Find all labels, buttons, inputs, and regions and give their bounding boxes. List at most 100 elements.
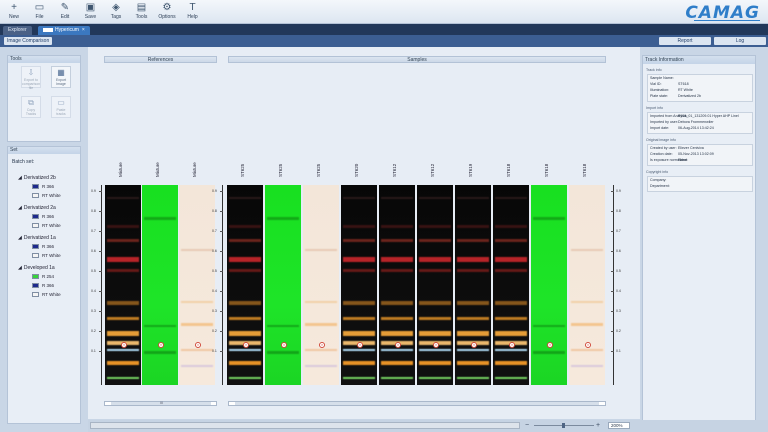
track-image[interactable] (303, 185, 339, 385)
track-band (305, 349, 337, 351)
remove-track-icon[interactable]: × (547, 342, 553, 348)
tags-button[interactable]: ◈ Tags (103, 1, 129, 23)
scrollbar-thumb[interactable] (235, 402, 599, 405)
file-button[interactable]: ▭ File (27, 1, 53, 23)
track-band (495, 225, 527, 228)
rf-tick-label: 0.9 (616, 189, 621, 193)
export-image-button[interactable]: ▦ Export Image (51, 66, 71, 88)
help-button[interactable]: T Help (180, 1, 206, 23)
info-key: Imported by user: (650, 120, 678, 124)
report-button[interactable]: Report (659, 37, 711, 45)
track-band (495, 331, 527, 336)
track-band (181, 323, 213, 326)
track-image[interactable] (341, 185, 377, 385)
track-image[interactable] (569, 185, 605, 385)
info-row: Is exposure normalized:False (650, 158, 688, 163)
track-label: Mixture (192, 162, 197, 177)
zoom-slider-thumb[interactable] (562, 423, 565, 428)
track-band (343, 331, 375, 336)
set-item[interactable]: RT White (32, 223, 61, 229)
set-item[interactable]: R 366 (32, 214, 54, 220)
remove-track-icon[interactable]: × (158, 342, 164, 348)
set-item[interactable]: R 366 (32, 283, 54, 289)
log-button[interactable]: Log (714, 37, 766, 45)
set-panel: Set Batch set: ◢ Derivatized 2b R 366 RT Wh… (7, 146, 81, 424)
set-group-header[interactable]: ◢ Derivatized 1a (18, 235, 56, 241)
samples-scrollbar[interactable] (228, 401, 606, 406)
tools-button[interactable]: ▤ Tools (129, 1, 155, 23)
file-label: File (35, 14, 44, 20)
track-band (457, 349, 489, 351)
rf-tick (99, 251, 102, 252)
zoom-level-select[interactable]: 200% (608, 422, 630, 429)
remove-track-icon[interactable]: × (243, 342, 249, 348)
remove-track-icon[interactable]: × (319, 342, 325, 348)
track-band (305, 249, 337, 251)
set-item-label: RT White (42, 193, 61, 198)
set-item[interactable]: R 366 (32, 244, 54, 250)
track-image[interactable] (531, 185, 567, 385)
remove-track-icon[interactable]: × (433, 342, 439, 348)
track-image[interactable] (455, 185, 491, 385)
remove-track-icon[interactable]: × (471, 342, 477, 348)
collapse-arrow-icon[interactable]: ◢ (18, 235, 22, 241)
track-image[interactable] (142, 185, 178, 385)
edit-button[interactable]: ✎ Edit (52, 1, 78, 23)
track-band (343, 239, 375, 242)
set-item[interactable]: R 254 (32, 274, 54, 280)
collapse-arrow-icon[interactable]: ◢ (18, 205, 22, 211)
tab-explorer[interactable]: Explorer (3, 26, 32, 35)
track-image[interactable] (417, 185, 453, 385)
copy-tracks-button[interactable]: ⧉ Copy Tracks (21, 96, 41, 118)
collapse-arrow-icon[interactable]: ◢ (18, 175, 22, 181)
export-to-comparison-file-button[interactable]: ⇩ Export to comparison file (21, 66, 41, 90)
track-band (107, 225, 139, 228)
set-group-header[interactable]: ◢ Derivatized 2a (18, 205, 56, 211)
track-image[interactable] (265, 185, 301, 385)
info-row: Company: (650, 178, 678, 183)
paste-tracks-button[interactable]: ▭ Paste tracks (51, 96, 71, 118)
new-button[interactable]: + New (1, 1, 27, 23)
set-item[interactable]: RT White (32, 292, 61, 298)
track-band (343, 317, 375, 320)
rf-scale (222, 185, 223, 385)
rf-tick-label: 0.9 (212, 189, 217, 193)
remove-track-icon[interactable]: × (509, 342, 515, 348)
options-button[interactable]: ⚙ Options (154, 1, 180, 23)
track-image[interactable] (105, 185, 141, 385)
info-value: RT White (678, 88, 693, 92)
close-icon[interactable]: × (82, 27, 85, 33)
remove-track-icon[interactable]: × (395, 342, 401, 348)
set-group-header[interactable]: ◢ Derivatized 2b (18, 175, 56, 181)
plate-comparison-area: References Samples Mixture × Mixture × Mixtu… (88, 47, 640, 419)
tab-label: Hypericum (55, 27, 79, 33)
set-item[interactable]: R 366 (32, 184, 54, 190)
remove-track-icon[interactable]: × (585, 342, 591, 348)
track-band (107, 317, 139, 320)
track-band (229, 257, 261, 262)
set-item[interactable]: RT White (32, 253, 61, 259)
track-image[interactable] (493, 185, 529, 385)
rf-tick (611, 271, 614, 272)
track-image[interactable] (179, 185, 215, 385)
track-band (495, 257, 527, 262)
remove-track-icon[interactable]: × (195, 342, 201, 348)
rf-tick (611, 331, 614, 332)
rf-tick (220, 251, 223, 252)
track-band (419, 377, 451, 379)
remove-track-icon[interactable]: × (357, 342, 363, 348)
collapse-arrow-icon[interactable]: ◢ (18, 265, 22, 271)
remove-track-icon[interactable]: × (281, 342, 287, 348)
set-group-header[interactable]: ◢ Developed 1a (18, 265, 55, 271)
set-item[interactable]: RT White (32, 193, 61, 199)
references-scrollbar[interactable]: III (104, 401, 217, 406)
tab-hypericum[interactable]: Hypericum × (38, 26, 90, 35)
save-button[interactable]: ▣ Save (78, 1, 104, 23)
rf-tick (220, 211, 223, 212)
zoom-in-button[interactable]: + (596, 422, 600, 429)
track-image[interactable] (379, 185, 415, 385)
zoom-out-button[interactable]: − (525, 422, 529, 429)
tools-panel-title: Tools (8, 56, 80, 63)
remove-track-icon[interactable]: × (121, 342, 127, 348)
track-image[interactable] (227, 185, 263, 385)
